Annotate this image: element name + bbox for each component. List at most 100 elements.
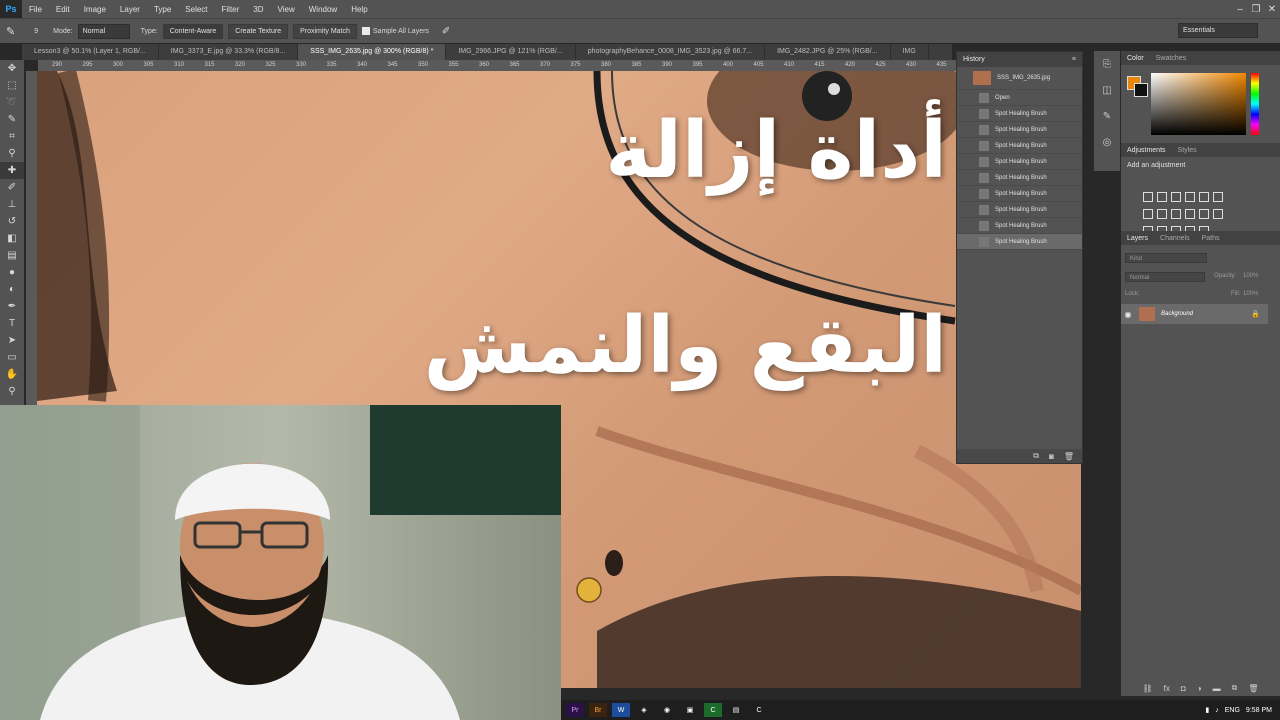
layer-kind-filter[interactable]: Kind	[1125, 253, 1207, 263]
zoom-tool-icon[interactable]: ⚲	[0, 383, 24, 400]
menu-edit[interactable]: Edit	[49, 5, 77, 14]
menu-layer[interactable]: Layer	[113, 5, 147, 14]
new-layer-icon[interactable]: ⧉	[1232, 683, 1238, 693]
panel-menu-icon[interactable]: ≡	[1072, 56, 1076, 63]
tab-paths[interactable]: Paths	[1196, 235, 1226, 242]
photo-filter-icon[interactable]	[1185, 209, 1195, 219]
history-brush-tool-icon[interactable]: ↺	[0, 213, 24, 230]
app-icon-5[interactable]: ◉	[658, 703, 676, 717]
brush-tool-icon[interactable]: ✐	[0, 179, 24, 196]
levels-icon[interactable]	[1157, 192, 1167, 202]
vibrance-icon[interactable]	[1199, 192, 1209, 202]
color-lookup-icon[interactable]	[1213, 192, 1223, 202]
visibility-eye-icon[interactable]: ◉	[1121, 310, 1135, 319]
close-button[interactable]: ✕	[1264, 4, 1280, 15]
proximity-match-button[interactable]: Proximity Match	[293, 23, 357, 39]
menu-select[interactable]: Select	[178, 5, 214, 14]
bridge-app-icon[interactable]: Br	[589, 703, 607, 717]
tab-img-2482[interactable]: IMG_2482.JPG @ 25% (RGB/...	[765, 44, 891, 60]
hue-slider[interactable]	[1251, 73, 1259, 135]
history-panel-icon[interactable]: ⎘	[1094, 51, 1120, 77]
tab-swatches[interactable]: Swatches	[1150, 55, 1192, 62]
clone-source-panel-icon[interactable]: ◎	[1094, 129, 1120, 155]
brightness-icon[interactable]	[1143, 192, 1153, 202]
exposure-icon[interactable]	[1185, 192, 1195, 202]
blend-mode-select[interactable]: Normal	[1125, 272, 1205, 282]
layer-row-background[interactable]: ◉ Background 🔒	[1121, 304, 1268, 324]
trash-icon[interactable]: 🗑	[1064, 452, 1074, 461]
channel-mixer-icon[interactable]	[1199, 209, 1209, 219]
history-step[interactable]: Spot Healing Brush	[957, 186, 1082, 202]
delete-layer-icon[interactable]: 🗑	[1248, 684, 1258, 693]
layer-style-icon[interactable]: fx	[1164, 684, 1170, 693]
opacity-value[interactable]: 100%	[1243, 273, 1258, 279]
app-icon-6[interactable]: ▣	[681, 703, 699, 717]
history-step[interactable]: Spot Healing Brush	[957, 218, 1082, 234]
network-icon[interactable]: ▮	[1205, 706, 1209, 714]
restore-button[interactable]: ❐	[1248, 4, 1264, 15]
background-color-swatch[interactable]	[1134, 83, 1148, 97]
menu-view[interactable]: View	[271, 5, 302, 14]
history-step-current[interactable]: Spot Healing Brush	[957, 234, 1082, 250]
mask-icon[interactable]: ◘	[1181, 684, 1186, 693]
path-select-tool-icon[interactable]: ➤	[0, 332, 24, 349]
history-step[interactable]: Spot Healing Brush	[957, 106, 1082, 122]
tab-styles[interactable]: Styles	[1172, 147, 1203, 154]
link-layers-icon[interactable]: ⛓	[1143, 684, 1153, 693]
spot-healing-tool-icon[interactable]: ✎	[6, 25, 15, 38]
tab-sss-img-2635[interactable]: SSS_IMG_2635.jpg @ 300% (RGB/8) *	[298, 44, 447, 60]
camtasia-app-icon[interactable]: C	[704, 703, 722, 717]
quick-select-tool-icon[interactable]: ✎	[0, 111, 24, 128]
tab-behance[interactable]: photographyBehance_0008_IMG_3523.jpg @ 6…	[576, 44, 766, 60]
mode-select[interactable]: Normal	[77, 23, 130, 39]
menu-file[interactable]: File	[22, 5, 49, 14]
menu-help[interactable]: Help	[344, 5, 374, 14]
clone-stamp-tool-icon[interactable]: ⊥	[0, 196, 24, 213]
crop-tool-icon[interactable]: ⌗	[0, 128, 24, 145]
history-step[interactable]: Spot Healing Brush	[957, 154, 1082, 170]
sample-all-layers-checkbox[interactable]: Sample All Layers	[361, 27, 429, 35]
group-folder-icon[interactable]: ▬	[1213, 684, 1221, 693]
eyedropper-tool-icon[interactable]: ⚲	[0, 145, 24, 162]
content-aware-button[interactable]: Content-Aware	[162, 23, 224, 39]
marquee-tool-icon[interactable]: ⬚	[0, 77, 24, 94]
color-picker-field[interactable]	[1151, 73, 1246, 135]
color-balance-icon[interactable]	[1157, 209, 1167, 219]
type-tool-icon[interactable]: T	[0, 315, 24, 332]
curves-icon[interactable]	[1171, 192, 1181, 202]
language-indicator[interactable]: ENG	[1225, 707, 1240, 714]
grid-icon[interactable]	[1213, 209, 1223, 219]
brush-size-value[interactable]: 9	[34, 28, 38, 35]
history-step[interactable]: Spot Healing Brush	[957, 170, 1082, 186]
hand-tool-icon[interactable]: ✋	[0, 366, 24, 383]
minimize-button[interactable]: –	[1232, 4, 1248, 15]
healing-brush-tool-icon[interactable]: ✚	[0, 162, 24, 179]
move-tool-icon[interactable]: ✥	[0, 60, 24, 77]
history-step[interactable]: Spot Healing Brush	[957, 122, 1082, 138]
black-white-icon[interactable]	[1171, 209, 1181, 219]
blur-tool-icon[interactable]: ●	[0, 264, 24, 281]
history-step[interactable]: Spot Healing Brush	[957, 138, 1082, 154]
tab-lesson3[interactable]: Lesson3 @ 50.1% (Layer 1, RGB/...	[22, 44, 159, 60]
tab-img-3373[interactable]: IMG_3373_E.jpg @ 33.3% (RGB/8...	[159, 44, 299, 60]
menu-filter[interactable]: Filter	[215, 5, 247, 14]
clock[interactable]: 9:58 PM	[1246, 707, 1272, 714]
menu-3d[interactable]: 3D	[246, 5, 270, 14]
history-step[interactable]: Spot Healing Brush	[957, 202, 1082, 218]
tab-channels[interactable]: Channels	[1154, 235, 1196, 242]
workspace-select[interactable]: Essentials	[1178, 23, 1258, 38]
volume-icon[interactable]: ♪	[1215, 707, 1219, 714]
tab-img-2966[interactable]: IMG_2966.JPG @ 121% (RGB/...	[446, 44, 576, 60]
menu-window[interactable]: Window	[302, 5, 344, 14]
menu-image[interactable]: Image	[77, 5, 113, 14]
tab-history[interactable]: History	[957, 56, 991, 63]
create-texture-button[interactable]: Create Texture	[228, 23, 289, 39]
history-snapshot[interactable]: SSS_IMG_2635.jpg	[957, 67, 1082, 90]
app-icon-8[interactable]: ▤	[727, 703, 745, 717]
history-step[interactable]: Open	[957, 90, 1082, 106]
pen-tool-icon[interactable]: ✒	[0, 298, 24, 315]
pressure-icon[interactable]: ✐	[442, 26, 450, 37]
adjustment-layer-icon[interactable]: ◑	[1197, 684, 1202, 693]
brush-panel-icon[interactable]: ✎	[1094, 103, 1120, 129]
premiere-app-icon[interactable]: Pr	[566, 703, 584, 717]
